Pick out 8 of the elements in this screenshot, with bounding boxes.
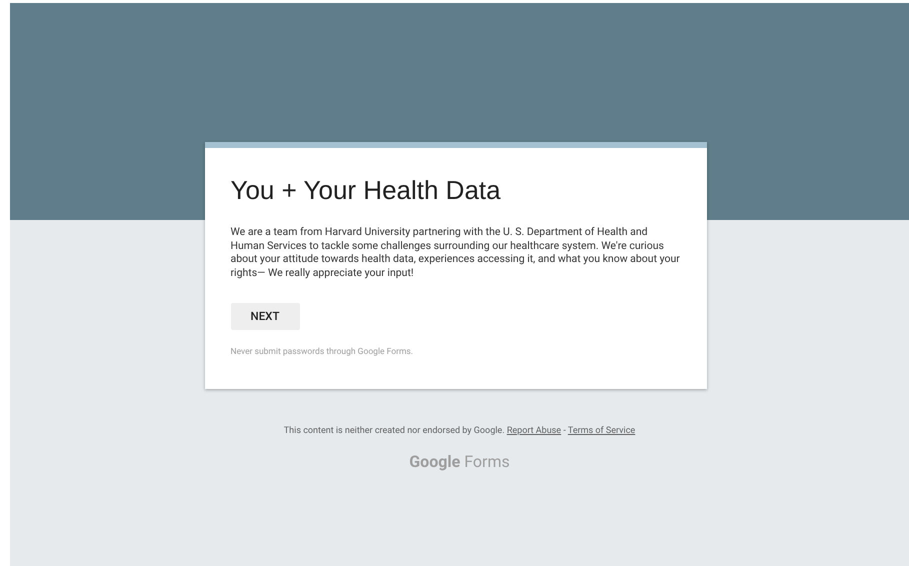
report-abuse-link[interactable]: Report Abuse	[506, 426, 562, 436]
disclaimer-text: This content is neither created nor endorsed by Google. Report Abuse - Terms of Service	[284, 424, 636, 438]
form-title: You + Your Health Data	[230, 174, 502, 207]
password-warning: Never submit passwords through Google Forms.	[230, 346, 414, 359]
form-description: We are a team from Harvard University partnering with the U. S. Department of Health and Human Services to tackle some challenges surrounding our healthcare system. We're curious about your attitude towards health data, experiences accessing it, and what you know about your rights— We really appreciate your input!	[230, 225, 680, 279]
google-forms-logo: Google Forms	[409, 451, 510, 474]
next-button[interactable]: NEXT	[230, 303, 300, 330]
terms-link[interactable]: Terms of Service	[568, 426, 636, 436]
